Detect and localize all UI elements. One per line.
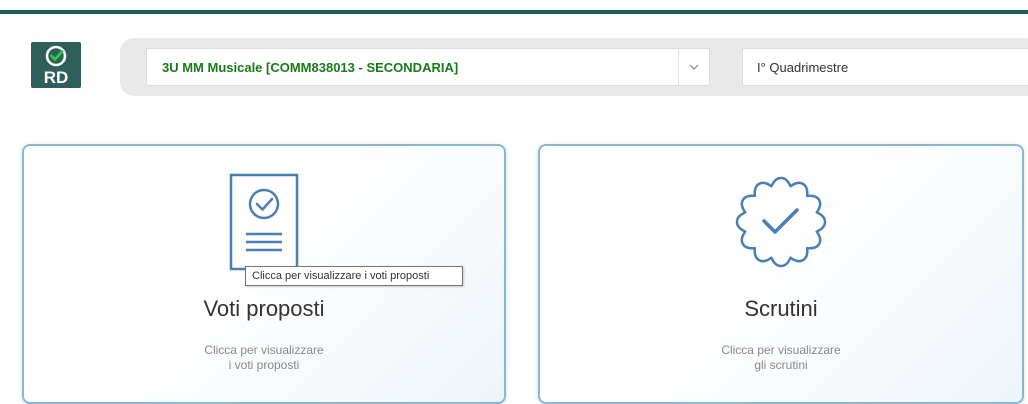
card-description-line: Clicca per visualizzare xyxy=(204,343,324,357)
logo-check-icon: RD xyxy=(44,45,69,87)
card-description-line: Clicca per visualizzare xyxy=(721,343,841,357)
logo-text: RD xyxy=(44,68,69,87)
card-title: Voti proposti xyxy=(203,296,325,321)
card-description: Clicca per visualizzare gli scrutini xyxy=(540,343,1022,373)
card-description-line: gli scrutini xyxy=(754,358,808,372)
class-select[interactable]: 3U MM Musicale [COMM838013 - SECONDARIA] xyxy=(146,48,710,86)
app-logo[interactable]: RD xyxy=(31,42,81,88)
badge-check-icon xyxy=(735,176,827,268)
card-description: Clicca per visualizzare i voti proposti xyxy=(24,343,504,373)
top-accent-bar xyxy=(0,10,1028,14)
period-select[interactable]: I° Quadrimestre xyxy=(742,48,1028,86)
card-description-line: i voti proposti xyxy=(228,358,300,372)
class-select-value: 3U MM Musicale [COMM838013 - SECONDARIA] xyxy=(162,60,459,75)
scrutini-card[interactable]: Scrutini Clicca per visualizzare gli scr… xyxy=(538,144,1024,404)
document-check-icon xyxy=(229,173,299,271)
period-select-value: I° Quadrimestre xyxy=(757,60,849,75)
tooltip: Clicca per visualizzare i voti proposti xyxy=(245,266,463,286)
chevron-down-icon[interactable] xyxy=(678,49,709,85)
card-title: Scrutini xyxy=(744,296,818,321)
